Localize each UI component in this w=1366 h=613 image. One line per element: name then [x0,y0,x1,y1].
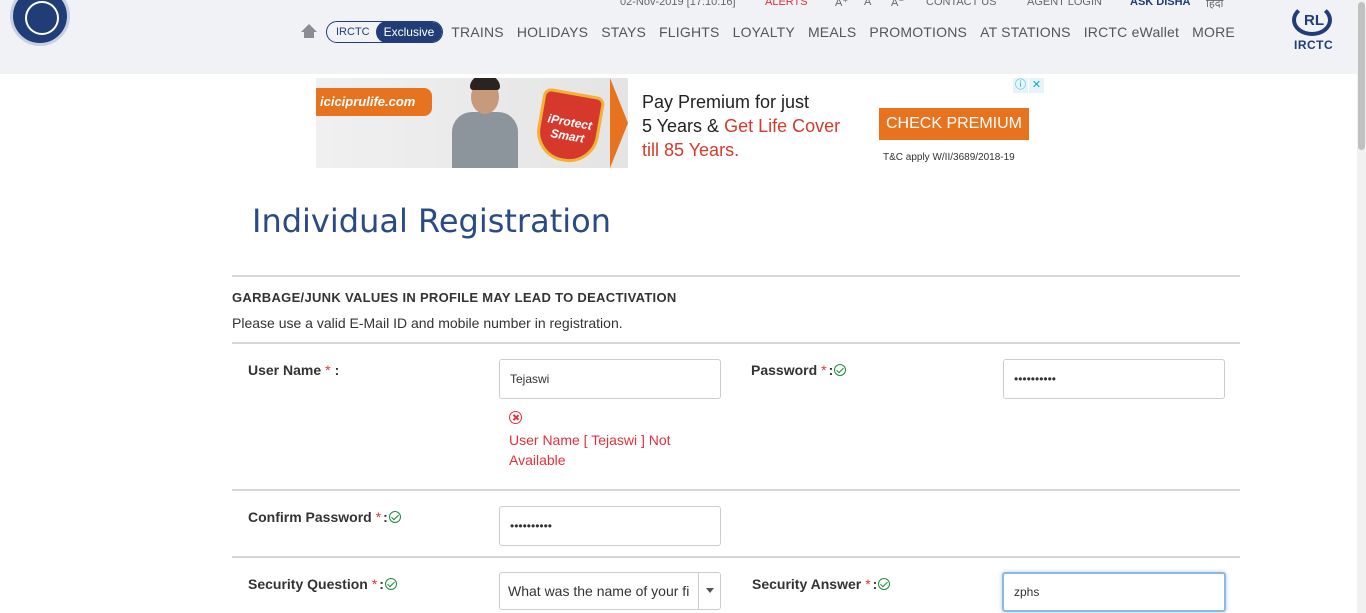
label-colon: : [334,362,340,378]
password-label-text: Password [751,362,818,378]
divider [232,556,1240,558]
label-colon: : [379,576,384,592]
required-mark: * [821,362,827,378]
nav-more[interactable]: MORE [1192,24,1235,40]
valid-check-icon [834,364,847,376]
valid-check-icon [878,578,891,590]
ask-disha-link[interactable]: ASK DISHA [1130,0,1191,8]
username-error-message: User Name [ Tejaswi ] Not Available [509,432,671,468]
font-increase-button[interactable]: A⁺ [835,0,848,9]
required-mark: * [371,576,378,592]
nav-stays[interactable]: STAYS [601,24,646,40]
divider [232,489,1240,491]
home-icon[interactable] [300,24,318,40]
ad-check-premium-button[interactable]: CHECK PREMIUM [879,108,1029,140]
chevron-down-icon[interactable] [698,573,720,609]
password-label: Password * : [751,362,847,378]
font-decrease-button[interactable]: A⁻ [891,0,904,9]
scrollbar-thumb[interactable] [1358,2,1365,150]
ad-person-image [446,78,526,168]
advertisement-banner[interactable]: iciciprulife.com iProtect Smart Pay Prem… [316,78,1044,168]
ad-info-icon[interactable]: ⓘ [1013,78,1028,93]
security-question-label-text: Security Question [248,576,368,592]
security-answer-label-text: Security Answer [752,576,862,592]
label-colon: : [383,509,388,525]
irctc-exclusive-badge[interactable]: IRCTC Exclusive [326,21,444,43]
ad-site-label: iciciprulife.com [316,88,432,116]
exclusive-badge-label: Exclusive [375,22,443,42]
ad-line-3: till 85 Years. [642,140,740,160]
ad-headline: Pay Premium for just 5 Years & Get Life … [642,90,840,162]
ad-line-1: Pay Premium for just [642,92,810,112]
warning-title: GARBAGE/JUNK VALUES IN PROFILE MAY LEAD … [232,290,677,305]
irctc-logo-mark: RL [1304,12,1324,29]
error-icon [509,411,522,424]
ad-controls: ⓘ ✕ [1012,78,1044,93]
irctc-logo[interactable]: RL IRCTC [1286,4,1342,54]
page-scrollbar[interactable] [1357,0,1366,613]
nav-flights[interactable]: FLIGHTS [659,24,720,40]
ad-terms: T&C apply W/II/3689/2018-19 [883,152,1015,163]
alerts-link[interactable]: ALERTS [765,0,808,8]
ad-arrow-decoration [610,78,628,168]
valid-check-icon [384,578,397,590]
nav-promotions[interactable]: PROMOTIONS [869,24,967,40]
required-mark: * [865,576,871,592]
contact-us-link[interactable]: CONTACT US [926,0,997,8]
required-mark: * [325,362,331,378]
security-answer-label: Security Answer * : [752,576,891,592]
exclusive-badge-irctc: IRCTC [336,26,370,38]
ad-line-2a: 5 Years & [642,116,725,136]
label-colon: : [828,362,834,378]
agent-login-link[interactable]: AGENT LOGIN [1027,0,1102,8]
confirm-password-label: Confirm Password * : [248,509,401,525]
hindi-language-link[interactable]: हिंदी [1206,0,1223,11]
required-mark: * [375,509,382,525]
password-input[interactable] [1003,359,1225,399]
username-label: User Name * : [248,362,339,378]
nav-holidays[interactable]: HOLIDAYS [517,24,588,40]
top-utility-bar: 02-Nov-2019 [17:10:16] ALERTS A⁺ A A⁻ CO… [0,0,1366,10]
font-normal-button[interactable]: A [864,0,871,8]
username-input[interactable] [499,359,721,399]
irctc-logo-text: IRCTC [1294,38,1334,52]
label-colon: : [872,576,878,592]
nav-at-stations[interactable]: AT STATIONS [980,24,1071,40]
page-title: Individual Registration [252,202,611,240]
security-question-selected: What was the name of your fi [508,583,690,599]
ad-close-icon[interactable]: ✕ [1029,78,1044,93]
divider [232,342,1240,344]
username-label-text: User Name [248,362,322,378]
warning-subtitle: Please use a valid E-Mail ID and mobile … [232,315,623,331]
confirm-password-input[interactable] [499,506,721,546]
site-header: 02-Nov-2019 [17:10:16] ALERTS A⁺ A A⁻ CO… [0,0,1366,74]
divider [232,275,1240,277]
security-answer-input[interactable] [1002,572,1226,612]
nav-loyalty[interactable]: LOYALTY [733,24,795,40]
nav-trains[interactable]: TRAINS [451,24,504,40]
nav-meals[interactable]: MEALS [808,24,856,40]
confirm-password-label-text: Confirm Password [248,509,372,525]
current-datetime: 02-Nov-2019 [17:10:16] [620,0,736,8]
security-question-select[interactable]: What was the name of your fi [499,572,721,610]
main-nav: IRCTC Exclusive TRAINS HOLIDAYS STAYS FL… [300,20,1248,44]
security-question-label: Security Question * : [248,576,397,592]
ad-line-2b: Get Life Cover [724,116,841,136]
nav-ewallet[interactable]: IRCTC eWallet [1084,24,1179,40]
valid-check-icon [388,511,401,523]
